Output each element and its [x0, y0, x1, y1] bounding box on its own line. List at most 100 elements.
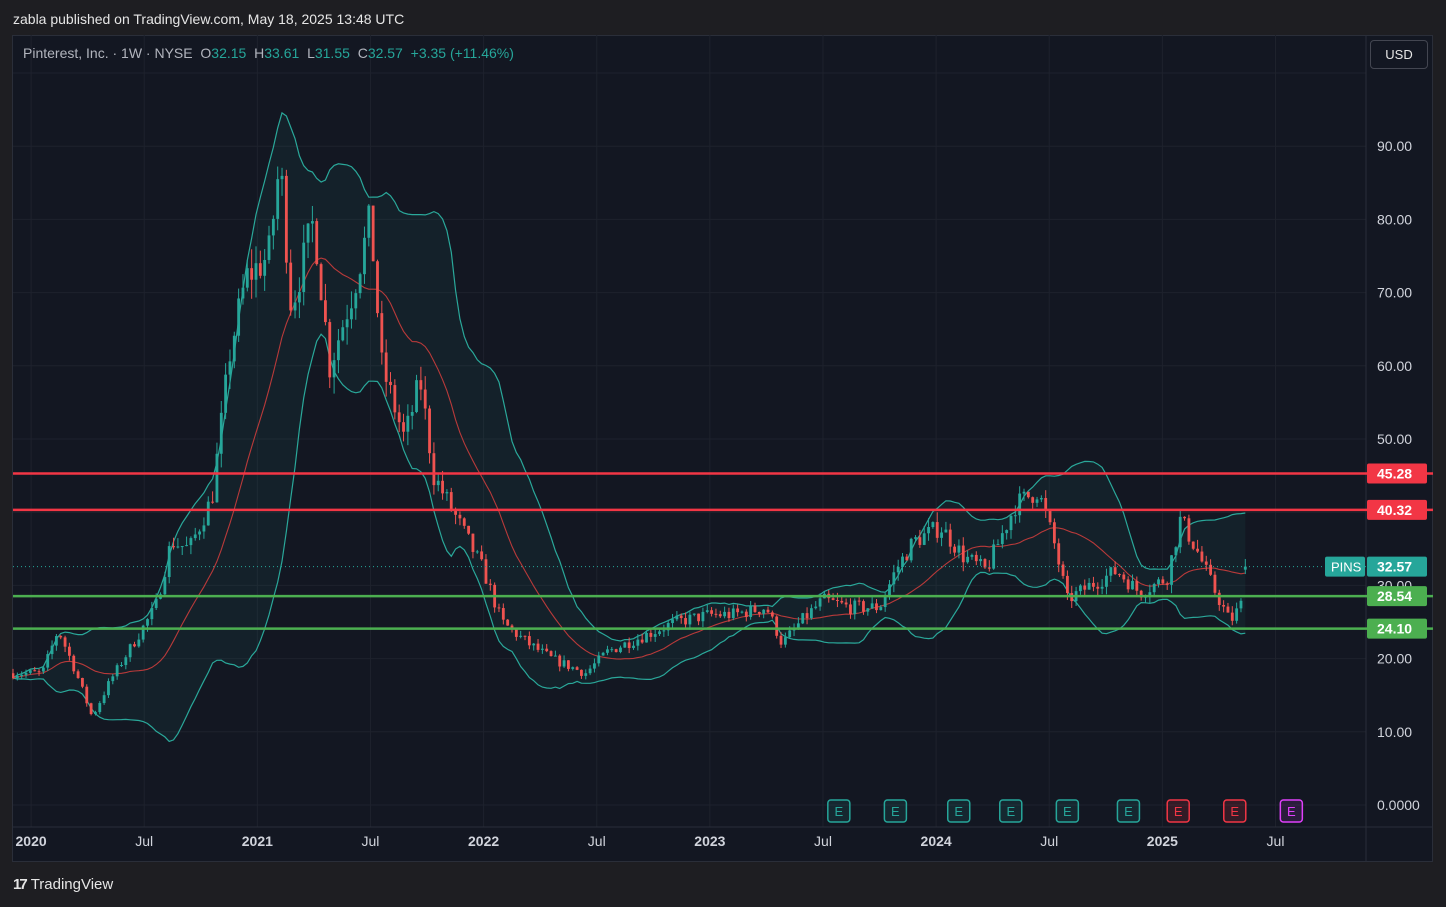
- candle-body[interactable]: [566, 660, 570, 669]
- candle-body[interactable]: [888, 584, 891, 597]
- candle-body[interactable]: [172, 546, 175, 548]
- candle-body[interactable]: [536, 643, 540, 650]
- candle-body[interactable]: [1065, 575, 1069, 594]
- candle-body[interactable]: [258, 263, 262, 276]
- candle-body[interactable]: [397, 412, 401, 423]
- candle-body[interactable]: [523, 635, 527, 637]
- candle-body[interactable]: [688, 614, 692, 625]
- candle-body[interactable]: [996, 544, 1000, 546]
- candle-body[interactable]: [1061, 564, 1065, 576]
- candle-body[interactable]: [245, 268, 249, 288]
- candle-body[interactable]: [1057, 543, 1061, 565]
- candle-body[interactable]: [992, 544, 996, 569]
- candle-body[interactable]: [658, 631, 661, 635]
- candle-body[interactable]: [1109, 567, 1113, 576]
- candle-body[interactable]: [41, 667, 45, 672]
- candle-body[interactable]: [527, 636, 531, 646]
- candle-body[interactable]: [406, 415, 410, 432]
- candle-body[interactable]: [150, 608, 154, 620]
- candle-body[interactable]: [974, 554, 978, 562]
- candle-body[interactable]: [801, 613, 805, 624]
- candle-body[interactable]: [1183, 516, 1186, 519]
- candle-body[interactable]: [297, 292, 301, 303]
- candle-body[interactable]: [1135, 580, 1139, 591]
- candle-body[interactable]: [593, 663, 596, 669]
- candle-body[interactable]: [497, 607, 501, 609]
- candle-body[interactable]: [779, 635, 783, 645]
- candle-body[interactable]: [562, 660, 566, 667]
- candle-body[interactable]: [488, 583, 492, 585]
- candle-body[interactable]: [1118, 574, 1121, 576]
- candle-body[interactable]: [723, 611, 727, 617]
- candle-body[interactable]: [441, 480, 444, 494]
- candle-body[interactable]: [940, 532, 943, 538]
- candle-body[interactable]: [198, 531, 201, 535]
- candle-body[interactable]: [458, 514, 462, 519]
- candle-body[interactable]: [736, 608, 740, 613]
- candle-body[interactable]: [1079, 585, 1082, 592]
- candle-body[interactable]: [128, 644, 132, 658]
- candle-body[interactable]: [337, 340, 340, 361]
- candle-body[interactable]: [302, 242, 306, 293]
- candle-body[interactable]: [371, 205, 375, 262]
- candle-body[interactable]: [89, 703, 93, 715]
- candle-body[interactable]: [632, 645, 635, 649]
- candle-body[interactable]: [350, 308, 353, 320]
- candle-body[interactable]: [1122, 574, 1126, 580]
- candle-body[interactable]: [345, 319, 349, 328]
- candle-body[interactable]: [927, 527, 930, 534]
- candle-body[interactable]: [484, 559, 488, 584]
- candle-body[interactable]: [879, 607, 883, 611]
- candle-body[interactable]: [76, 671, 80, 678]
- candle-body[interactable]: [501, 608, 505, 620]
- candle-body[interactable]: [1100, 586, 1104, 589]
- candle-body[interactable]: [1174, 547, 1178, 556]
- candle-body[interactable]: [59, 636, 63, 638]
- candle-body[interactable]: [267, 235, 271, 260]
- candle-body[interactable]: [250, 268, 254, 280]
- candle-body[interactable]: [232, 335, 236, 362]
- candle-body[interactable]: [402, 422, 405, 432]
- candle-body[interactable]: [762, 609, 766, 614]
- candle-body[interactable]: [840, 600, 844, 603]
- candle-body[interactable]: [24, 672, 28, 675]
- candle-body[interactable]: [1178, 516, 1182, 548]
- candle-body[interactable]: [1035, 499, 1039, 503]
- candle-body[interactable]: [545, 648, 549, 652]
- candle-body[interactable]: [63, 637, 67, 647]
- candle-body[interactable]: [857, 600, 861, 602]
- candle-body[interactable]: [480, 551, 484, 560]
- candle-body[interactable]: [432, 453, 436, 486]
- candle-body[interactable]: [471, 533, 475, 552]
- candle-body[interactable]: [1087, 582, 1091, 590]
- candle-body[interactable]: [20, 674, 24, 676]
- candle-body[interactable]: [1018, 493, 1022, 516]
- candle-body[interactable]: [237, 298, 241, 336]
- candle-body[interactable]: [180, 546, 184, 548]
- candle-body[interactable]: [1096, 586, 1100, 589]
- candle-body[interactable]: [610, 649, 614, 651]
- candle-body[interactable]: [289, 262, 293, 311]
- candle-body[interactable]: [905, 556, 909, 561]
- candle-body[interactable]: [692, 613, 696, 615]
- candle-body[interactable]: [805, 613, 809, 619]
- candle-body[interactable]: [731, 608, 735, 619]
- candle-body[interactable]: [966, 556, 970, 563]
- candle-body[interactable]: [189, 538, 193, 546]
- candle-body[interactable]: [315, 221, 319, 265]
- candle-body[interactable]: [675, 615, 679, 620]
- candle-body[interactable]: [393, 385, 397, 413]
- candle-body[interactable]: [54, 636, 58, 646]
- candle-body[interactable]: [467, 525, 471, 534]
- candle-body[interactable]: [94, 712, 97, 715]
- candle-body[interactable]: [332, 360, 336, 378]
- candle-body[interactable]: [1083, 585, 1087, 590]
- candle-body[interactable]: [944, 529, 948, 533]
- candle-body[interactable]: [1013, 515, 1017, 517]
- candle-body[interactable]: [753, 605, 757, 612]
- candle-body[interactable]: [1187, 518, 1191, 542]
- candle-body[interactable]: [306, 223, 310, 243]
- candle-body[interactable]: [1235, 608, 1239, 621]
- candle-body[interactable]: [410, 411, 414, 416]
- candle-body[interactable]: [862, 601, 865, 612]
